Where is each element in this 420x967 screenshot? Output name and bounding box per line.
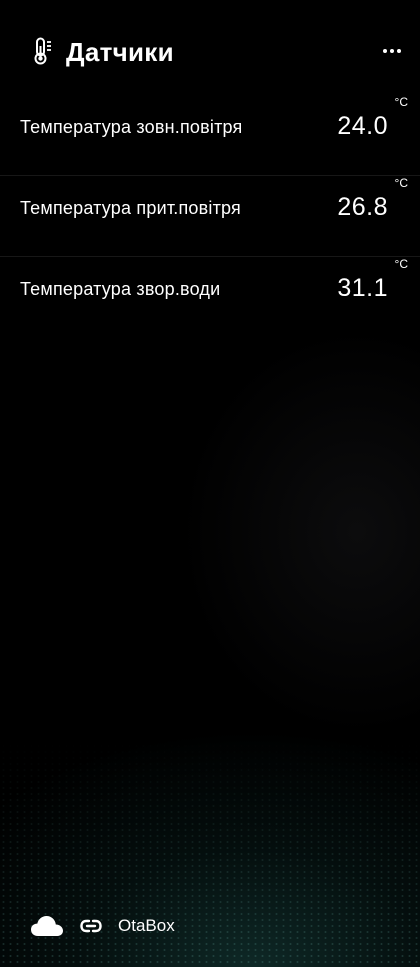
more-dot	[390, 49, 394, 53]
cloud-icon[interactable]	[30, 915, 64, 937]
more-dots-icon	[383, 49, 387, 53]
device-name[interactable]: OtaBox	[118, 915, 175, 937]
link-icon[interactable]	[80, 918, 102, 934]
sensor-label: Температура зовн.повітря	[20, 117, 243, 137]
sensor-unit: °C	[394, 176, 408, 190]
sensor-label: Температура звор.води	[20, 279, 221, 299]
sensor-value: 26.8	[337, 193, 388, 221]
more-options-button[interactable]	[378, 40, 406, 62]
footer-status-bar: OtaBox	[0, 897, 420, 967]
sensor-value: 24.0	[337, 112, 388, 140]
sensor-unit: °C	[394, 257, 408, 271]
sensor-row-supply-air-temp[interactable]: Температура прит.повітря 26.8 °C	[0, 176, 420, 257]
sensors-screen: Датчики Температура зовн.повітря 24.0 °C…	[0, 0, 420, 967]
sensor-list: Температура зовн.повітря 24.0 °C Темпера…	[0, 95, 420, 337]
sensor-row-return-water-temp[interactable]: Температура звор.води 31.1 °C	[0, 257, 420, 337]
header: Датчики	[0, 0, 420, 100]
page-title: Датчики	[66, 37, 174, 67]
sensor-value: 31.1	[337, 274, 388, 302]
sensor-row-outdoor-temp[interactable]: Температура зовн.повітря 24.0 °C	[0, 95, 420, 176]
thermometer-icon	[34, 37, 52, 65]
more-dot	[397, 49, 401, 53]
sensor-label: Температура прит.повітря	[20, 198, 242, 218]
sensor-unit: °C	[394, 95, 408, 109]
